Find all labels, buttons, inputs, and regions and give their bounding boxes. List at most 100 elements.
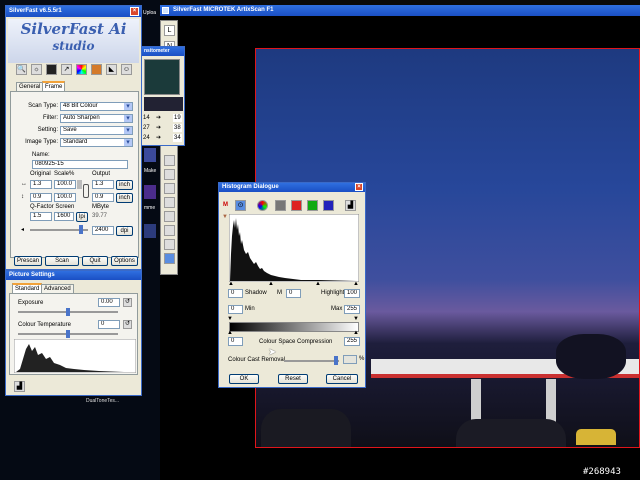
name-field[interactable]: 080925-15 [32,160,128,169]
ccs-right-field[interactable]: 255 [344,337,360,346]
silverfast-titlebar[interactable]: SilverFast v6.5.5r1 × [6,6,141,17]
desktop-icon[interactable] [144,148,156,162]
histogram-icon[interactable] [46,64,57,75]
midtone-field[interactable]: 0 [286,289,301,298]
tool-icon[interactable] [164,155,175,166]
scan-type-select[interactable]: 48 Bit Colour [60,102,133,111]
tab-standard[interactable]: Standard [12,283,43,293]
picture-settings-titlebar[interactable]: Picture Settings [6,271,141,280]
ccs-label: Colour Space Compression [259,339,333,345]
curve-icon[interactable]: ↗ [61,64,72,75]
color-wheel-icon[interactable] [76,64,87,75]
green-channel-icon[interactable] [307,200,318,211]
tab-general[interactable]: General [16,82,44,91]
gradient-bar [229,322,359,332]
height-unit-button[interactable]: inch [116,193,133,203]
reset-button[interactable]: Reset [278,374,308,384]
name-label: Name: [32,152,50,158]
height-output-field[interactable]: 0.9 [92,193,114,202]
tab-frame[interactable]: Frame [42,81,66,91]
tool-icon[interactable] [164,225,175,236]
scale-height-field[interactable]: 100.0 [54,193,76,202]
densitometer-title: nsitometer [144,48,170,54]
options-button[interactable]: Options [111,256,138,266]
selective-color-icon[interactable] [91,64,102,75]
gear-icon[interactable]: ☼ [31,64,42,75]
chain-link-icon[interactable] [83,184,89,198]
quit-button[interactable]: Quit [82,256,108,266]
desktop-label-dualtone[interactable]: DualToneTes... [86,398,119,404]
width-original-field[interactable]: 1.3 [30,180,52,189]
dpi-unit-button[interactable]: dpi [116,226,133,236]
exposure-reset-icon[interactable]: ↺ [123,298,132,307]
histogram-view-icon[interactable]: ▟ [345,200,356,211]
cast-removal-field[interactable] [343,355,357,364]
tool-icon[interactable] [164,253,175,264]
cancel-button[interactable]: Cancel [326,374,358,384]
resolution-slider-thumb[interactable] [79,225,83,234]
desktop-icon[interactable] [144,224,156,238]
screen-field[interactable]: 1600 [54,212,74,221]
highlight-field[interactable]: 100 [344,289,360,298]
dpi-field[interactable]: 2400 [92,226,114,235]
cast-removal-slider-track[interactable] [284,360,339,362]
tool-icon[interactable] [164,197,175,208]
dens-right-1: 38 [173,124,182,132]
auto-icon[interactable]: ⊙ [235,200,246,211]
colour-temp-slider-thumb[interactable] [66,330,70,338]
prescan-button[interactable]: Prescan [14,256,42,266]
colour-temperature-field[interactable]: 0 [98,320,120,329]
filter-select[interactable]: Auto Sharpen [60,114,133,123]
close-icon[interactable]: × [130,7,139,16]
histogram-toggle-icon[interactable]: ▟ [14,381,25,392]
rgb-channel-icon[interactable] [257,200,268,211]
sharpen-icon[interactable]: ◣ [106,64,117,75]
scale-stepper[interactable] [77,180,82,189]
picture-settings-window: Picture Settings Standard Advanced Expos… [5,270,142,396]
scale-width-field[interactable]: 100.0 [54,180,76,189]
desktop-icon[interactable] [144,185,156,199]
pipette-icon: ▼ [222,214,228,220]
tool-icon[interactable] [164,183,175,194]
histogram-graph[interactable] [229,214,359,282]
tool-icon[interactable] [164,169,175,180]
toolstrip-button-l[interactable]: L [164,25,175,36]
screen-unit-button[interactable]: lpi [76,212,88,222]
red-channel-icon[interactable] [291,200,302,211]
height-original-field[interactable]: 0.9 [30,193,52,202]
close-icon[interactable]: × [355,183,363,191]
tool-icon[interactable] [164,211,175,222]
setting-select[interactable]: Save [60,126,133,135]
densitometer-titlebar[interactable]: nsitometer [141,47,184,56]
histogram-marker[interactable]: ▲ [268,280,274,288]
gradient-marker[interactable]: ▲ [227,329,233,337]
desktop-top-text: Uploa [143,10,157,16]
tool-icon[interactable] [164,239,175,250]
exposure-slider-thumb[interactable] [66,308,70,316]
gradient-marker[interactable]: ▲ [353,329,359,337]
blue-channel-icon[interactable] [323,200,334,211]
main-window-titlebar[interactable]: SilverFast MICROTEK ArtixScan F1 [160,5,640,16]
ok-button[interactable]: OK [229,374,259,384]
histogram-titlebar[interactable]: Histogram Dialogue × [219,183,365,192]
scan-button[interactable]: Scan [45,256,79,266]
cast-removal-slider-thumb[interactable] [334,356,338,365]
width-output-field[interactable]: 1.3 [92,180,114,189]
person-icon[interactable]: ☺ [121,64,132,75]
ccs-left-field[interactable]: 0 [228,337,243,346]
zoom-icon[interactable]: 🔍 [16,64,27,75]
histogram-marker[interactable]: ▲ [315,280,321,288]
width-unit-button[interactable]: inch [116,180,133,190]
grey-channel-icon[interactable] [275,200,286,211]
histogram-marker[interactable]: ▲ [353,280,359,288]
qfactor-field[interactable]: 1.5 [30,212,52,221]
exposure-field[interactable]: 0.00 [98,298,120,307]
shadow-field[interactable]: 0 [228,289,243,298]
histogram-marker[interactable]: ▲ [228,280,234,288]
image-type-select[interactable]: Standard [60,138,133,147]
image-type-label: Image Type: [25,139,58,145]
tab-advanced[interactable]: Advanced [41,284,74,293]
colour-temp-reset-icon[interactable]: ↺ [123,320,132,329]
max-field[interactable]: 255 [344,305,360,314]
min-field[interactable]: 0 [228,305,243,314]
